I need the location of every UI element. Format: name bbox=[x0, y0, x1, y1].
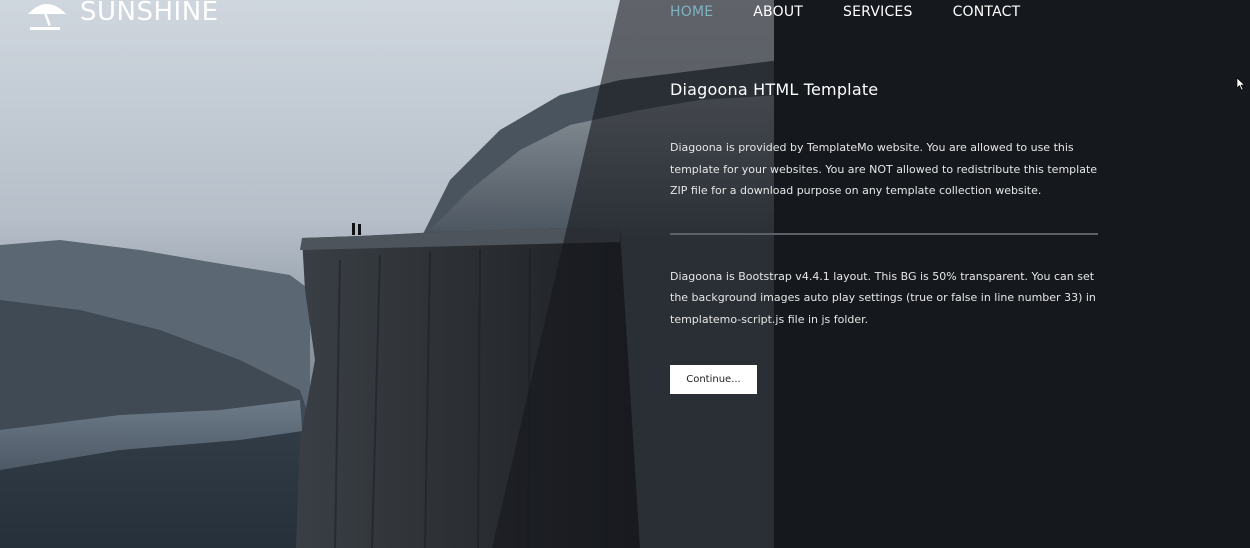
page-title: Diagoona HTML Template bbox=[670, 80, 879, 99]
nav-contact[interactable]: CONTACT bbox=[953, 4, 1021, 20]
divider bbox=[670, 232, 1098, 235]
brand-logo[interactable]: SUNSHINE bbox=[24, 0, 219, 32]
main-nav: HOME ABOUT SERVICES CONTACT bbox=[670, 4, 1020, 20]
nav-services[interactable]: SERVICES bbox=[843, 4, 913, 20]
content-panel: Diagoona HTML Template Diagoona is provi… bbox=[670, 80, 1098, 394]
nav-about[interactable]: ABOUT bbox=[753, 4, 803, 20]
brand-name: SUNSHINE bbox=[80, 0, 219, 27]
info-paragraph: Diagoona is Bootstrap v4.4.1 layout. Thi… bbox=[670, 269, 1096, 326]
umbrella-icon bbox=[24, 0, 70, 32]
mouse-cursor-icon bbox=[1236, 76, 1246, 91]
page: SUNSHINE HOME ABOUT SERVICES CONTACT Dia… bbox=[0, 0, 1250, 548]
nav-home[interactable]: HOME bbox=[670, 4, 713, 20]
intro-paragraph: Diagoona is provided by TemplateMo websi… bbox=[670, 141, 1098, 197]
continue-button[interactable]: Continue... bbox=[670, 365, 757, 394]
